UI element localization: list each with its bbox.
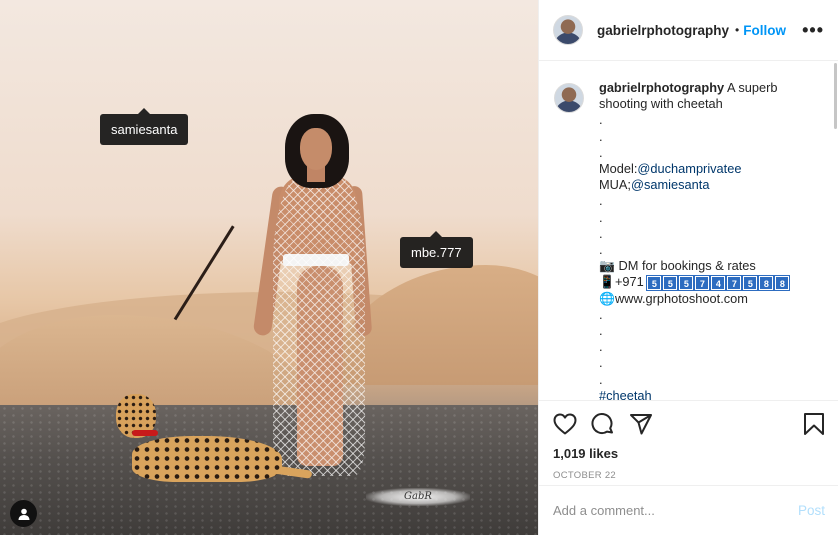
digit-box: 4 <box>710 275 727 292</box>
author-avatar[interactable] <box>553 15 583 45</box>
post-header: gabrielrphotography • Follow ••• <box>539 0 838 61</box>
comment-input[interactable] <box>553 503 798 518</box>
share-icon <box>630 414 652 435</box>
comment-button[interactable] <box>591 412 615 436</box>
caption-username[interactable]: gabrielrphotography <box>599 80 724 95</box>
bookings-text: DM for bookings & rates <box>618 258 756 274</box>
photographer-watermark: GabR <box>366 488 470 506</box>
ellipsis-icon[interactable]: ••• <box>802 20 824 41</box>
separator-dot: • <box>735 23 740 37</box>
save-button[interactable] <box>803 412 825 436</box>
caption-dot: . <box>599 355 603 371</box>
post-date[interactable]: OCTOBER 22 <box>553 470 825 481</box>
follow-button[interactable]: Follow <box>743 23 786 38</box>
caption-avatar[interactable] <box>554 83 584 113</box>
digit-box: 7 <box>726 275 743 292</box>
user-icon <box>18 508 29 520</box>
camera-icon: 📷 <box>599 258 615 274</box>
caption-dot: . <box>599 225 603 241</box>
post-caption: gabrielrphotography A superb shooting wi… <box>599 80 817 400</box>
mention-samiesanta[interactable]: @samiesanta <box>631 177 709 192</box>
heart-icon <box>553 413 577 435</box>
caption-dot: . <box>599 323 603 339</box>
post-photo[interactable]: GabR samiesanta mbe.777 <box>0 0 538 535</box>
caption-dot: . <box>599 242 603 258</box>
caption-dot: . <box>599 112 603 128</box>
website-text: www.grphotoshoot.com <box>614 290 748 306</box>
post-comment-button[interactable]: Post <box>798 503 825 518</box>
caption-dot: . <box>599 306 603 322</box>
post-actions: 1,019 likes OCTOBER 22 <box>539 400 838 481</box>
user-tag-mbe777[interactable]: mbe.777 <box>400 231 473 268</box>
phone-prefix: +971 <box>614 274 644 290</box>
hashtag-cheetah[interactable]: #cheetah <box>599 388 817 400</box>
digit-box: 5 <box>646 275 663 292</box>
add-comment-bar: Post <box>539 485 838 535</box>
caption-dot: . <box>599 371 603 387</box>
comments-area[interactable]: gabrielrphotography A superb shooting wi… <box>539 62 838 400</box>
caption-dot: . <box>599 128 603 144</box>
digit-box: 5 <box>662 275 679 292</box>
cheetah-body <box>132 436 282 482</box>
bookmark-icon <box>804 413 824 435</box>
phone-icon: 📱 <box>599 274 615 290</box>
cheetah <box>112 388 313 498</box>
mua-label: MUA; <box>599 177 631 193</box>
post-side-panel: gabrielrphotography • Follow ••• gabriel… <box>538 0 838 535</box>
model-face <box>300 128 332 170</box>
caption-dot: . <box>599 193 603 209</box>
author-username[interactable]: gabrielrphotography <box>597 23 729 38</box>
user-tag-samiesanta[interactable]: samiesanta <box>100 108 189 145</box>
likes-count[interactable]: 1,019 likes <box>553 446 825 461</box>
tagged-users-button[interactable] <box>10 500 37 527</box>
globe-icon: 🌐 <box>599 290 615 306</box>
digit-box: 5 <box>742 275 759 292</box>
caption-dot: . <box>599 144 603 160</box>
like-button[interactable] <box>553 413 577 435</box>
cheetah-collar <box>132 430 158 436</box>
digit-box: 7 <box>694 275 711 292</box>
digit-box: 5 <box>678 275 695 292</box>
caption-dot: . <box>599 209 603 225</box>
comments-scrollbar[interactable] <box>834 63 837 129</box>
model-label: Model: <box>599 161 638 177</box>
mention-duchamprivatee[interactable]: @duchamprivatee <box>637 161 741 176</box>
caption-dot: . <box>599 339 603 355</box>
digit-box: 8 <box>774 275 791 292</box>
share-button[interactable] <box>629 413 653 435</box>
digit-box: 8 <box>758 275 775 292</box>
comment-icon <box>591 413 613 435</box>
